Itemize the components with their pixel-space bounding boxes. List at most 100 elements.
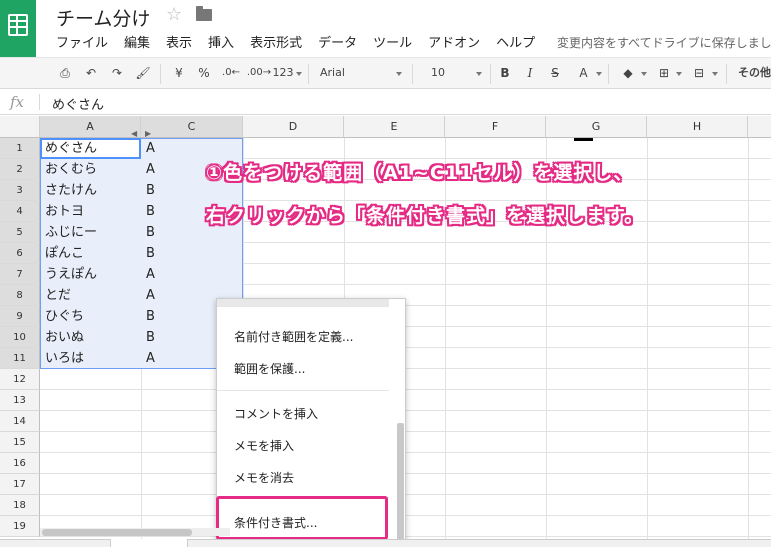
row-header[interactable]: 19 [0, 516, 40, 537]
sheets-logo-icon[interactable] [0, 0, 36, 57]
spreadsheet-app: チーム分け ☆ ファイル 編集 表示 挿入 表示形式 データ ツール アドオン … [0, 0, 771, 547]
row-header[interactable]: 15 [0, 432, 40, 453]
cell-team[interactable]: A [141, 264, 243, 285]
bold-button[interactable]: B [498, 65, 512, 83]
horizontal-scrollbar[interactable] [42, 529, 192, 536]
menu-tools[interactable]: ツール [373, 32, 412, 52]
row-header[interactable]: 4 [0, 201, 40, 222]
menu-help[interactable]: ヘルプ [496, 32, 535, 52]
row-header[interactable]: 10 [0, 327, 40, 348]
print-icon[interactable]: ⎙ [57, 65, 73, 83]
cell-team[interactable]: B [141, 243, 243, 264]
percent-button[interactable]: % [197, 65, 211, 83]
menu-bar: ファイル 編集 表示 挿入 表示形式 データ ツール アドオン ヘルプ [56, 32, 551, 52]
paint-format-icon[interactable]: 🖌 [135, 65, 151, 83]
menu-file[interactable]: ファイル [56, 32, 108, 52]
annotation-line-1: ①色をつける範囲（A1~C11セル）を選択し、 [206, 162, 634, 184]
row-header[interactable]: 14 [0, 411, 40, 432]
cell-name[interactable]: ふじにー [40, 222, 141, 243]
chevron-down-icon [712, 72, 718, 76]
row-header[interactable]: 12 [0, 369, 40, 390]
cell-name[interactable]: おくむら [40, 159, 141, 180]
folder-icon[interactable] [196, 6, 212, 21]
select-all-corner[interactable] [0, 116, 40, 138]
annotation-line-2: 右クリックから「条件付き書式」を選択します。 [206, 205, 645, 227]
row-header[interactable]: 13 [0, 390, 40, 411]
toolbar: ⎙ ↶ ↷ 🖌 ¥ % .0← .00→ 123 Arial 10 B I S … [0, 57, 771, 141]
currency-button[interactable]: ¥ [172, 65, 186, 83]
star-icon[interactable]: ☆ [166, 4, 182, 25]
cell-name[interactable]: うえぽん [40, 264, 141, 285]
menu-scrollbar[interactable] [397, 423, 404, 546]
column-header-c[interactable]: ▶ C [141, 116, 243, 138]
cell-team[interactable]: A [141, 138, 243, 159]
row-header[interactable]: 1 [0, 138, 40, 159]
font-size-dropdown[interactable]: 10 [430, 65, 446, 83]
menu-item-define-named-range[interactable]: 名前付き範囲を定義... [234, 328, 353, 345]
menu-item-clear-note[interactable]: メモを消去 [234, 469, 294, 486]
highlight-box [216, 496, 388, 540]
row-header[interactable]: 5 [0, 222, 40, 243]
merge-cells-icon[interactable]: ⊟ [690, 65, 708, 83]
cell-name[interactable]: とだ [40, 285, 141, 306]
menu-edit[interactable]: 編集 [124, 32, 150, 52]
row-header[interactable]: 9 [0, 306, 40, 327]
row-header[interactable]: 18 [0, 495, 40, 516]
chevron-down-icon [676, 72, 682, 76]
row-header[interactable]: 3 [0, 180, 40, 201]
menu-data[interactable]: データ [318, 32, 357, 52]
strikethrough-button[interactable]: S [548, 65, 562, 83]
row-header[interactable]: 11 [0, 348, 40, 369]
formula-bar: fx めぐさん [0, 90, 771, 115]
formula-input[interactable]: めぐさん [52, 94, 104, 113]
cell-name[interactable]: いろは [40, 348, 141, 369]
text-color-button[interactable]: A [575, 65, 592, 83]
chevron-down-icon [296, 72, 302, 76]
number-format-dropdown[interactable]: 123 [272, 65, 294, 83]
cell-name[interactable]: ぽんこ [40, 243, 141, 264]
save-status[interactable]: 変更内容をすべてドライブに保存しました [557, 34, 771, 51]
column-header-f[interactable]: F [445, 116, 546, 138]
undo-icon[interactable]: ↶ [83, 65, 99, 83]
increase-decimal-button[interactable]: .00→ [246, 65, 272, 83]
menu-item-insert-note[interactable]: メモを挿入 [234, 437, 294, 454]
column-header-d[interactable]: D [243, 116, 344, 138]
row-header[interactable]: 6 [0, 243, 40, 264]
app-header: チーム分け ☆ ファイル 編集 表示 挿入 表示形式 データ ツール アドオン … [0, 0, 771, 57]
menu-format[interactable]: 表示形式 [250, 32, 302, 52]
italic-button[interactable]: I [523, 65, 537, 83]
column-header-next[interactable] [748, 116, 771, 138]
chevron-down-icon [641, 72, 647, 76]
column-header-g[interactable]: G [546, 116, 647, 138]
menu-item-protect-range[interactable]: 範囲を保護... [234, 360, 305, 377]
redo-icon[interactable]: ↷ [109, 65, 125, 83]
fill-color-icon[interactable]: ◆ [619, 65, 637, 83]
row-header[interactable]: 17 [0, 474, 40, 495]
row-header[interactable]: 2 [0, 159, 40, 180]
column-header-h[interactable]: H [647, 116, 748, 138]
menu-addons[interactable]: アドオン [428, 32, 480, 52]
row-header[interactable]: 7 [0, 264, 40, 285]
menu-insert[interactable]: 挿入 [208, 32, 234, 52]
cell-name[interactable]: めぐさん [40, 138, 141, 159]
row-header[interactable]: 16 [0, 453, 40, 474]
borders-icon[interactable]: ⊞ [656, 65, 672, 83]
more-button[interactable]: その他 [738, 65, 771, 83]
cell-name[interactable]: おいぬ [40, 327, 141, 348]
cell-name[interactable]: ひぐち [40, 306, 141, 327]
menu-item-insert-comment[interactable]: コメントを挿入 [234, 405, 318, 422]
chevron-down-icon [396, 72, 402, 76]
column-header-a[interactable]: A ◀ [40, 116, 141, 138]
cell-name[interactable]: さたけん [40, 180, 141, 201]
document-title[interactable]: チーム分け [56, 4, 150, 31]
chevron-down-icon [476, 72, 482, 76]
font-family-dropdown[interactable]: Arial [320, 65, 350, 83]
cell-name[interactable]: おトヨ [40, 201, 141, 222]
decrease-decimal-button[interactable]: .0← [220, 65, 242, 83]
sheet-tab[interactable] [110, 539, 188, 547]
row-header[interactable]: 8 [0, 285, 40, 306]
menu-view[interactable]: 表示 [166, 32, 192, 52]
column-header-e[interactable]: E [344, 116, 445, 138]
fx-icon: fx [10, 93, 25, 111]
chevron-down-icon [596, 72, 602, 76]
